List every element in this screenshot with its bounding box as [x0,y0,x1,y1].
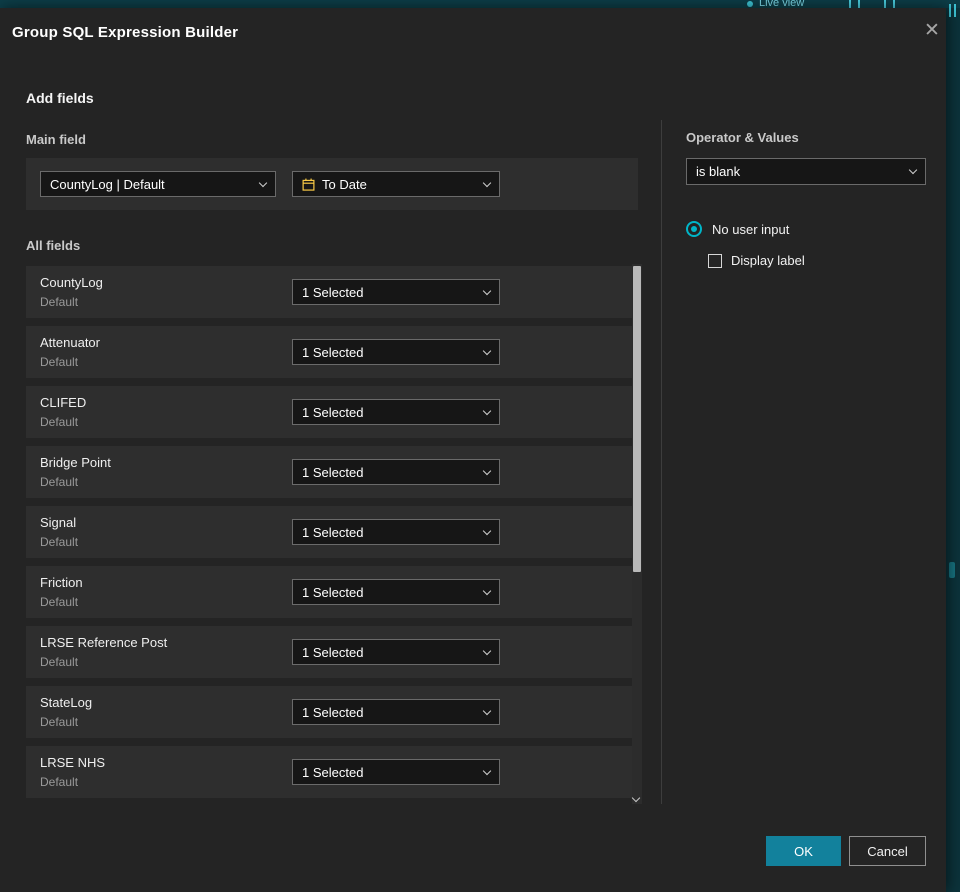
ok-button[interactable]: OK [766,836,841,866]
display-label-option[interactable]: Display label [708,253,805,268]
chevron-down-icon [482,178,492,188]
field-selected-dropdown[interactable]: 1 Selected [292,279,500,305]
field-name: Signal [40,515,77,530]
field-name: LRSE Reference Post [40,635,168,650]
field-subtitle: Default [40,295,79,309]
toolbar-bar-icon [884,0,886,8]
field-subtitle: Default [40,655,79,669]
dropdown-value: is blank [696,164,741,179]
main-field-label: Main field [26,132,86,147]
operator-dropdown[interactable]: is blank [686,158,926,185]
display-label-checkbox[interactable] [708,253,722,268]
dropdown-value: 1 Selected [302,644,364,660]
group-sql-expression-builder-dialog: Group SQL Expression Builder ✕ Add field… [0,8,946,892]
field-row: LRSE NHS Default 1 Selected [26,746,638,798]
chevron-down-icon [482,646,492,656]
field-subtitle: Default [40,535,79,549]
main-field-value-dropdown[interactable]: To Date [292,171,500,197]
chevron-down-icon [482,286,492,296]
calendar-icon [302,178,315,191]
operator-values-label: Operator & Values [686,130,799,145]
field-subtitle: Default [40,715,79,729]
chevron-down-icon [482,406,492,416]
dropdown-value: 1 Selected [302,284,364,300]
toolbar-bar-icon [858,0,860,8]
field-row: Attenuator Default 1 Selected [26,326,638,378]
dropdown-value: 1 Selected [302,344,364,360]
dropdown-value: 1 Selected [302,704,364,720]
no-user-input-option[interactable]: No user input [686,221,789,237]
field-subtitle: Default [40,595,79,609]
chevron-down-icon [482,346,492,356]
no-user-input-label: No user input [712,221,790,237]
toolbar-bar-icon [893,0,895,8]
field-row: Signal Default 1 Selected [26,506,638,558]
field-selected-dropdown[interactable]: 1 Selected [292,579,500,605]
field-selected-dropdown[interactable]: 1 Selected [292,459,500,485]
field-name: Attenuator [40,335,100,350]
field-subtitle: Default [40,775,79,789]
background-right-strip [946,0,960,892]
chevron-down-icon [482,706,492,716]
field-row: Friction Default 1 Selected [26,566,638,618]
background-glyph-icon [949,562,955,578]
dropdown-value: CountyLog | Default [50,176,165,192]
chevron-down-icon [482,766,492,776]
vertical-divider [661,120,662,804]
dialog-title: Group SQL Expression Builder [12,24,239,41]
background-toolbar: Live view [0,0,960,8]
field-selected-dropdown[interactable]: 1 Selected [292,699,500,725]
fields-list-scrollbar[interactable] [631,264,642,804]
field-name: CLIFED [40,395,87,410]
field-selected-dropdown[interactable]: 1 Selected [292,639,500,665]
dropdown-value: To Date [322,176,367,192]
add-fields-heading: Add fields [26,90,94,106]
field-row: CountyLog Default 1 Selected [26,266,638,318]
scroll-down-arrow-icon[interactable] [631,793,641,803]
field-selected-dropdown[interactable]: 1 Selected [292,519,500,545]
chevron-down-icon [482,526,492,536]
field-name: Friction [40,575,83,590]
cancel-button[interactable]: Cancel [849,836,926,866]
live-view-dot-icon [747,1,753,7]
all-fields-label: All fields [26,238,81,253]
dropdown-value: 1 Selected [302,584,364,600]
dropdown-value: 1 Selected [302,764,364,780]
all-fields-list: CountyLog Default 1 Selected Attenuator … [26,266,638,798]
chevron-down-icon [482,466,492,476]
field-name: StateLog [40,695,93,710]
chevron-down-icon [908,165,918,175]
chevron-down-icon [258,178,268,188]
main-field-row: CountyLog | Default To Date [26,158,638,210]
field-row: StateLog Default 1 Selected [26,686,638,738]
field-selected-dropdown[interactable]: 1 Selected [292,399,500,425]
close-icon[interactable]: ✕ [918,16,946,44]
live-view-label: Live view [759,0,805,8]
no-user-input-radio[interactable] [686,221,702,237]
field-name: CountyLog [40,275,103,290]
dropdown-value: 1 Selected [302,464,364,480]
field-row: CLIFED Default 1 Selected [26,386,638,438]
dropdown-value: 1 Selected [302,404,364,420]
field-subtitle: Default [40,355,79,369]
toolbar-bar-icon [954,4,956,17]
field-name: Bridge Point [40,455,111,470]
toolbar-bar-icon [949,4,951,17]
field-row: LRSE Reference Post Default 1 Selected [26,626,638,678]
display-label-label: Display label [731,253,805,268]
field-selected-dropdown[interactable]: 1 Selected [292,339,500,365]
dropdown-value: 1 Selected [302,524,364,540]
field-subtitle: Default [40,415,79,429]
field-subtitle: Default [40,475,79,489]
field-row: Bridge Point Default 1 Selected [26,446,638,498]
main-field-dropdown[interactable]: CountyLog | Default [40,171,276,197]
toolbar-bar-icon [849,0,851,8]
field-selected-dropdown[interactable]: 1 Selected [292,759,500,785]
scrollbar-thumb[interactable] [633,266,641,572]
chevron-down-icon [482,586,492,596]
field-name: LRSE NHS [40,755,106,770]
